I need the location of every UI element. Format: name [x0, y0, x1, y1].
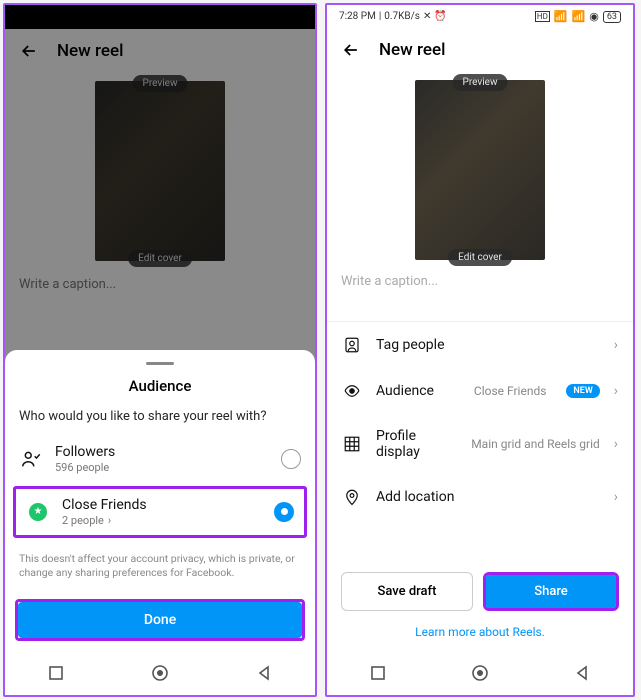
page-title: New reel — [379, 40, 445, 60]
nav-back-icon[interactable] — [574, 665, 590, 681]
nav-back-icon[interactable] — [256, 665, 272, 681]
sheet-title: Audience — [5, 377, 315, 395]
chevron-right-icon: › — [614, 383, 618, 399]
location-icon — [342, 488, 362, 506]
nav-recent-icon[interactable] — [48, 665, 64, 681]
tag-people-label: Tag people — [376, 337, 600, 353]
battery-icon: 63 — [603, 11, 621, 23]
action-buttons: Save draft Share — [327, 558, 633, 617]
wifi-icon: ◉ — [589, 10, 599, 23]
chevron-right-icon: › — [614, 337, 618, 353]
chevron-right-icon: › — [108, 514, 111, 527]
sheet-grabber[interactable] — [146, 362, 174, 365]
sheet-question: Who would you like to share your reel wi… — [5, 409, 315, 436]
add-location-label: Add location — [376, 489, 600, 505]
reel-preview: Preview Edit cover — [327, 80, 633, 260]
audience-icon — [342, 382, 362, 400]
audience-label: Audience — [376, 383, 460, 399]
android-nav-bar — [327, 651, 633, 695]
followers-radio[interactable] — [281, 449, 301, 469]
signal-icon: 📶 — [554, 10, 568, 23]
followers-label: Followers — [55, 444, 269, 460]
profile-display-label: Profile display — [376, 428, 457, 460]
volte-icon: HD — [535, 11, 550, 22]
row-tag-people[interactable]: Tag people › — [327, 322, 633, 368]
signal2-icon: 📶 — [572, 10, 586, 23]
profile-display-value: Main grid and Reels grid — [471, 437, 600, 451]
nav-recent-icon[interactable] — [370, 665, 386, 681]
android-nav-bar — [5, 651, 315, 695]
save-draft-button[interactable]: Save draft — [341, 572, 473, 611]
tag-people-icon — [342, 336, 362, 354]
close-friends-sub[interactable]: 2 people› — [62, 514, 262, 527]
close-friends-icon: ★ — [26, 503, 50, 521]
new-badge: NEW — [566, 384, 599, 398]
row-profile-display[interactable]: Profile display Main grid and Reels grid… — [327, 414, 633, 474]
chevron-right-icon: › — [614, 436, 618, 452]
android-status-bar — [5, 5, 315, 29]
caption-input[interactable]: Write a caption... — [327, 260, 633, 321]
row-add-location[interactable]: Add location › — [327, 474, 633, 520]
learn-more-link[interactable]: Learn more about Reels. — [327, 617, 633, 651]
close-friends-label: Close Friends — [62, 497, 262, 513]
option-close-friends[interactable]: ★ Close Friends 2 people› — [13, 486, 307, 538]
reel-settings: Tag people › Audience Close Friends NEW … — [327, 321, 633, 520]
row-audience[interactable]: Audience Close Friends NEW › — [327, 368, 633, 414]
status-time: 7:28 PM — [339, 11, 376, 22]
header: New reel — [327, 28, 633, 72]
new-reel-screen: 7:28 PM | 0.7KB/s ✕ ⏰ HD 📶 📶 ◉ 63 New re… — [325, 3, 635, 697]
back-arrow-icon[interactable] — [341, 40, 361, 60]
status-net-speed: 0.7KB/s — [384, 11, 420, 22]
followers-icon — [19, 448, 43, 470]
option-followers[interactable]: Followers 596 people — [5, 436, 315, 482]
followers-sub: 596 people — [55, 461, 269, 474]
disclaimer-text: This doesn't affect your account privacy… — [5, 542, 315, 593]
chevron-right-icon: › — [614, 489, 618, 505]
audience-sheet-screen: New reel Preview Edit cover Write a capt… — [3, 3, 317, 697]
done-button[interactable]: Done — [18, 602, 302, 638]
dnd-icon: ✕ — [423, 11, 431, 22]
audience-value: Close Friends — [474, 384, 547, 398]
nav-home-icon[interactable] — [151, 664, 169, 682]
share-button[interactable]: Share — [486, 575, 616, 608]
nav-home-icon[interactable] — [471, 664, 489, 682]
audience-bottom-sheet: Audience Who would you like to share you… — [5, 350, 315, 695]
alarm-icon: ⏰ — [434, 11, 446, 22]
edit-cover-button[interactable]: Edit cover — [448, 249, 512, 266]
grid-icon — [342, 435, 362, 453]
preview-label[interactable]: Preview — [453, 74, 508, 91]
status-bar: 7:28 PM | 0.7KB/s ✕ ⏰ HD 📶 📶 ◉ 63 — [327, 5, 633, 28]
close-friends-radio-selected[interactable] — [274, 502, 294, 522]
